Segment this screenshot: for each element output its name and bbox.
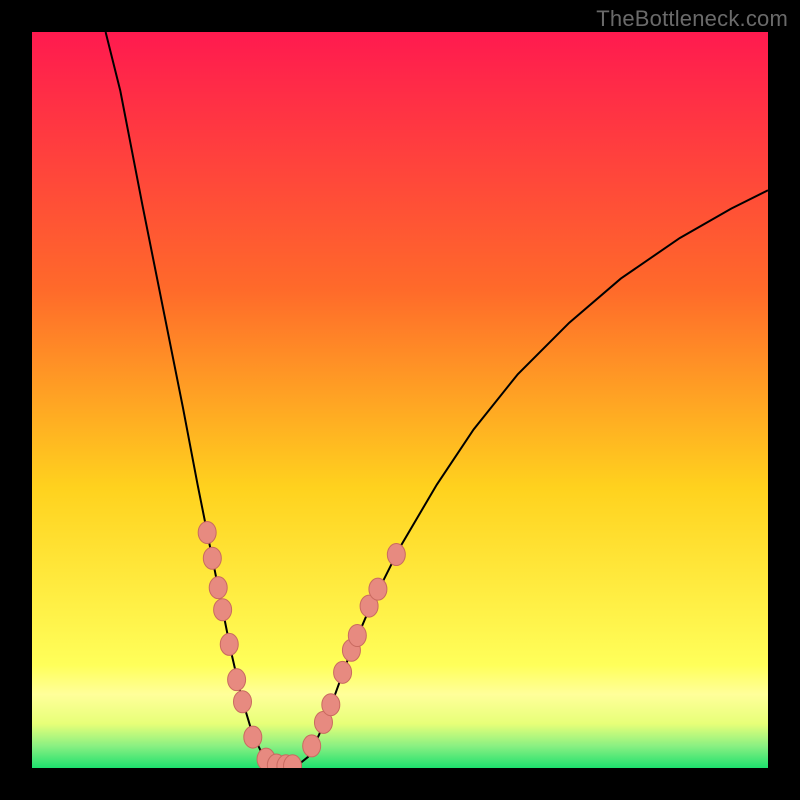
marker-dot [244,726,262,748]
marker-dot [303,735,321,757]
marker-dot [220,633,238,655]
marker-dot [209,577,227,599]
marker-dot [198,521,216,543]
marker-dot [348,625,366,647]
plot-background [32,32,768,768]
marker-dot [387,544,405,566]
marker-dot [369,578,387,600]
marker-dot [203,547,221,569]
marker-dot [334,661,352,683]
marker-dot [322,694,340,716]
chart-frame: TheBottleneck.com [0,0,800,800]
bottleneck-plot [32,32,768,768]
marker-dot [234,691,252,713]
marker-dot [228,669,246,691]
marker-dot [214,599,232,621]
watermark-text: TheBottleneck.com [596,6,788,32]
